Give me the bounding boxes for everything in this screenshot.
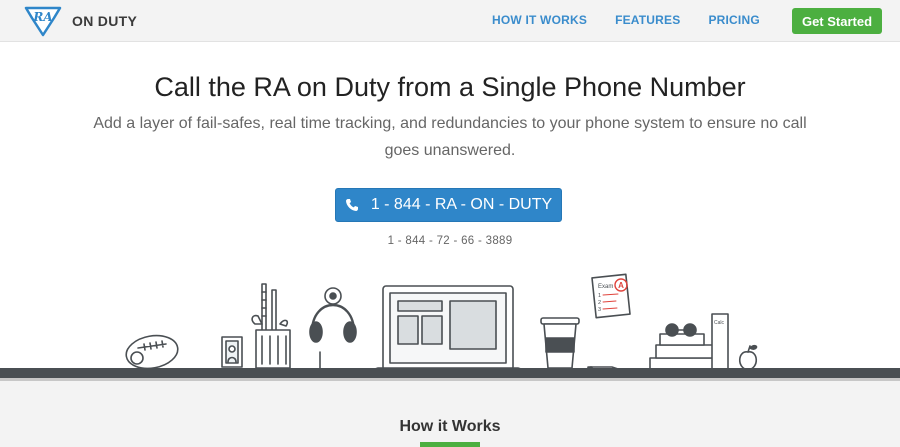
ra-shield-logo-icon: RA — [24, 6, 62, 37]
headphones-icon — [309, 287, 357, 381]
book-label-text: Calc — [714, 320, 725, 326]
exam-label-text: Exam — [598, 284, 613, 290]
books-and-glasses-icon: Calc — [649, 313, 729, 371]
how-it-works-section — [0, 381, 900, 447]
nav-links: HOW IT WORKS FEATURES PRICING — [492, 13, 788, 27]
call-phone-button[interactable]: 1 - 844 - RA - ON - DUTY — [335, 188, 562, 222]
picture-frame-icon — [221, 336, 243, 368]
phone-button-label: 1 - 844 - RA - ON - DUTY — [370, 196, 553, 213]
nav-link-how-it-works[interactable]: HOW IT WORKS — [492, 13, 587, 27]
phone-numeric: 1 - 844 - 72 - 66 - 3889 — [387, 235, 513, 247]
get-started-button[interactable]: Get Started — [792, 8, 882, 34]
exam-paper-icon: A Exam 1 2 3 — [591, 273, 631, 319]
logo-mark-text: RA — [32, 10, 52, 24]
apple-icon — [738, 344, 758, 371]
desk-shelf — [0, 368, 900, 378]
nav-link-pricing[interactable]: PRICING — [708, 13, 759, 27]
logo[interactable]: RA ON DUTY — [24, 4, 137, 38]
laptop-icon — [371, 285, 525, 371]
hero-subtitle: Add a layer of fail-safes, real time tra… — [93, 115, 807, 159]
exam-item-2-text: 2 — [598, 300, 601, 306]
how-it-works-title: How it Works — [399, 418, 501, 435]
exam-item-1-text: 1 — [598, 293, 601, 299]
pencil-cup-icon — [251, 283, 291, 369]
football-icon — [125, 334, 179, 370]
nav-link-features[interactable]: FEATURES — [615, 13, 680, 27]
top-navbar: RA ON DUTY HOW IT WORKS FEATURES PRICING… — [0, 0, 900, 42]
exam-grade-text: A — [618, 281, 624, 290]
logo-text: ON DUTY — [72, 13, 138, 29]
phone-icon — [345, 198, 359, 212]
exam-item-3-text: 3 — [598, 307, 601, 313]
coffee-cup-icon — [540, 317, 580, 369]
hero-title: Call the RA on Duty from a Single Phone … — [154, 72, 746, 102]
section-title-underline — [420, 442, 480, 447]
